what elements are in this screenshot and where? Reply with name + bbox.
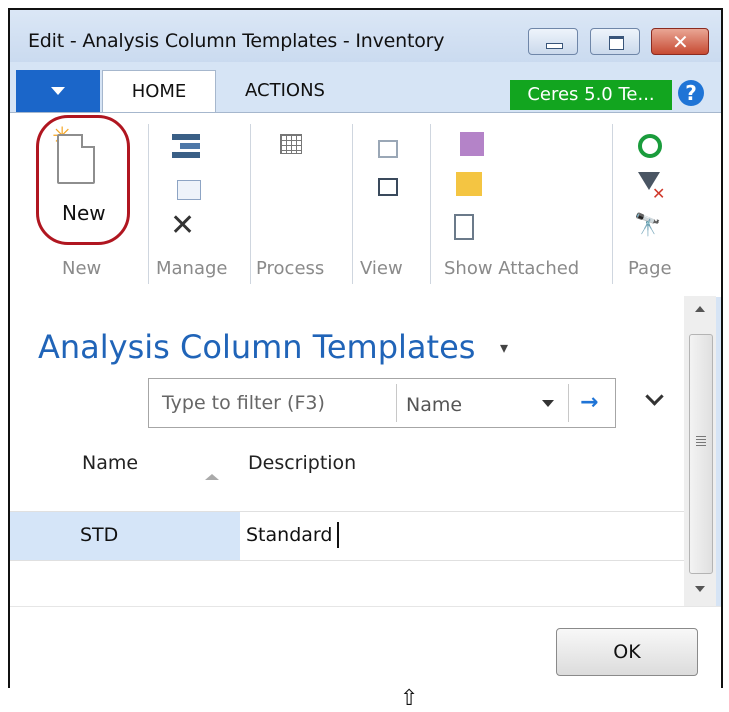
grip-icon bbox=[696, 436, 706, 446]
notes-icon[interactable] bbox=[456, 172, 482, 196]
group-divider bbox=[352, 124, 353, 284]
group-divider bbox=[250, 124, 251, 284]
close-button[interactable]: ✕ bbox=[651, 28, 709, 55]
tab-actions[interactable]: ACTIONS bbox=[230, 70, 340, 112]
dropdown-arrow-icon[interactable] bbox=[542, 400, 554, 407]
edit-icon[interactable] bbox=[177, 180, 201, 200]
minimize-icon bbox=[546, 43, 563, 49]
application-menu-button[interactable] bbox=[16, 70, 100, 112]
view-icon[interactable] bbox=[378, 140, 398, 158]
dropdown-arrow-icon bbox=[51, 87, 65, 95]
filter-input[interactable]: Type to filter (F3) bbox=[162, 392, 325, 414]
sort-ascending-icon bbox=[205, 474, 219, 480]
tab-home[interactable]: HOME bbox=[102, 70, 216, 113]
column-header-name[interactable]: Name bbox=[82, 452, 138, 474]
find-icon[interactable]: 🔭 bbox=[634, 214, 661, 238]
grid-icon[interactable] bbox=[280, 134, 302, 154]
delete-icon[interactable]: ✕ bbox=[170, 211, 195, 241]
row-selector[interactable] bbox=[10, 512, 240, 560]
help-icon[interactable]: ? bbox=[678, 80, 704, 106]
scroll-up-icon[interactable] bbox=[695, 306, 705, 312]
clear-filter-icon: ✕ bbox=[652, 184, 666, 203]
window-title: Edit - Analysis Column Templates - Inven… bbox=[28, 30, 445, 52]
text-caret bbox=[337, 522, 339, 548]
page-title[interactable]: Analysis Column Templates bbox=[38, 328, 475, 366]
close-icon: ✕ bbox=[672, 30, 689, 54]
cell-description[interactable]: Standard bbox=[246, 524, 332, 546]
company-badge[interactable]: Ceres 5.0 Te... bbox=[510, 80, 672, 110]
group-divider bbox=[148, 124, 149, 284]
filter-divider bbox=[396, 384, 397, 422]
column-header-description[interactable]: Description bbox=[248, 452, 356, 474]
highlight-annotation bbox=[36, 115, 130, 245]
maximize-button[interactable] bbox=[590, 28, 640, 55]
group-label-view: View bbox=[360, 258, 403, 279]
onenote-icon[interactable] bbox=[460, 132, 484, 156]
group-label-manage: Manage bbox=[156, 258, 228, 279]
group-divider bbox=[430, 124, 431, 284]
minimize-button[interactable] bbox=[528, 28, 578, 55]
group-label-process: Process bbox=[256, 258, 325, 279]
refresh-icon[interactable] bbox=[638, 134, 662, 158]
resize-cursor-icon: ⇧ bbox=[400, 686, 419, 711]
link-icon[interactable] bbox=[454, 214, 474, 240]
scroll-down-icon[interactable] bbox=[695, 586, 705, 592]
filter-divider bbox=[568, 384, 569, 422]
ok-button[interactable]: OK bbox=[556, 628, 698, 676]
filter-field-select[interactable]: Name bbox=[406, 394, 462, 416]
maximize-icon bbox=[609, 36, 624, 50]
view-list-icon[interactable] bbox=[378, 178, 398, 196]
chevron-down-icon[interactable]: ▾ bbox=[500, 338, 508, 357]
group-label-page: Page bbox=[628, 258, 672, 279]
group-label-new: New bbox=[62, 258, 102, 279]
scrollbar-thumb[interactable] bbox=[689, 334, 713, 574]
group-label-show-attached: Show Attached bbox=[444, 258, 580, 279]
grid-line bbox=[10, 560, 686, 561]
arrow-right-icon[interactable]: → bbox=[580, 390, 598, 415]
edit-list-icon[interactable] bbox=[172, 134, 200, 158]
cell-name[interactable]: STD bbox=[80, 524, 118, 546]
group-divider bbox=[612, 124, 613, 284]
